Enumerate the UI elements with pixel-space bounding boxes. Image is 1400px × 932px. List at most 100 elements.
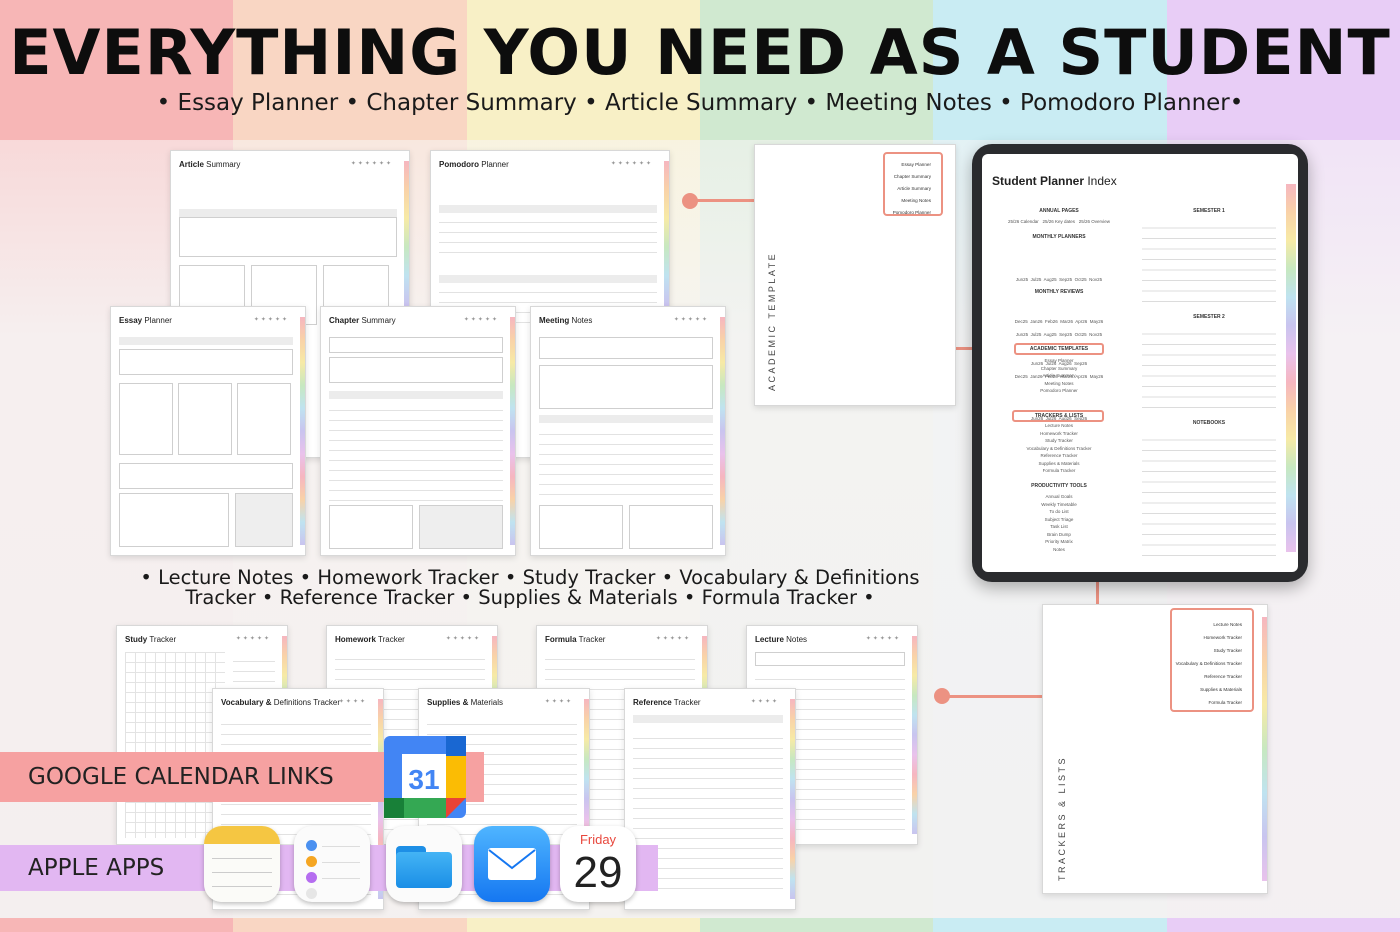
index-item[interactable]: Article Summary (992, 372, 1126, 380)
meeting-minutes-bar (539, 415, 713, 423)
color-tabs (510, 317, 515, 545)
google-calendar-label: GOOGLE CALENDAR LINKS (28, 764, 334, 790)
page-title-rest: Materials (468, 698, 504, 707)
list-item[interactable]: Chapter Summary (885, 171, 941, 183)
calendar-weekday: Friday (579, 832, 617, 847)
nav-icons: ✦✦✦✦ (338, 699, 367, 705)
apple-apps-label: APPLE APPS (28, 855, 165, 881)
index-item[interactable]: Subject Triage (992, 516, 1126, 524)
nav-icons: ✦✦✦✦✦ (655, 636, 691, 642)
index-item[interactable]: Pomodoro Planner (992, 387, 1126, 395)
index-item[interactable]: Notes (992, 546, 1126, 554)
calendar-app-icon[interactable]: Friday 29 (560, 826, 636, 902)
notebooks-lines[interactable] (1142, 430, 1276, 556)
page-title-bold: Article (179, 160, 204, 169)
index-item[interactable]: Supplies & Materials (992, 460, 1126, 468)
project-lines (439, 213, 657, 253)
checklist-box (419, 505, 503, 549)
page-title-bold: Lecture (755, 635, 784, 644)
chapter-summary-lines (329, 401, 503, 501)
annual-pages-items[interactable]: 25/26 Calendar 25/26 Key dates 25/26 Ove… (992, 218, 1126, 226)
semester-2-lines[interactable] (1142, 324, 1276, 412)
academic-templates-heading[interactable]: ACADEMIC TEMPLATES (992, 346, 1126, 352)
page-title-rest: Notes (783, 635, 808, 644)
body-two-box (178, 383, 232, 455)
page-title-rest: Planner (479, 160, 509, 169)
page-title-bold: Vocabulary & (221, 698, 272, 707)
index-item[interactable]: Homework Tracker (992, 430, 1126, 438)
keywords-box (329, 505, 413, 549)
midline: • Lecture Notes • Homework Tracker • Stu… (100, 568, 960, 608)
index-item[interactable]: Task List (992, 523, 1126, 531)
index-item[interactable]: Chapter Summary (992, 365, 1126, 373)
nav-icons: ✦✦✦✦✦ (253, 317, 289, 323)
page-title-bold: Essay (119, 316, 143, 325)
index-item[interactable]: Annual Goals (992, 493, 1126, 501)
project-bar (439, 205, 657, 213)
nav-icons: ✦✦✦✦ (544, 699, 573, 705)
nav-icons: ✦✦✦✦✦ (445, 636, 481, 642)
index-item[interactable]: Weekly Timetable (992, 501, 1126, 509)
page-title-bold: Homework (335, 635, 376, 644)
color-tabs (720, 317, 725, 545)
next-meeting-box (629, 505, 713, 549)
chapter-summary-page: Chapter Summary ✦✦✦✦✦ (320, 306, 516, 556)
google-calendar-icon[interactable]: 31 (384, 736, 466, 818)
semester-1-lines[interactable] (1142, 218, 1276, 306)
index-item[interactable]: Brain Dump (992, 531, 1126, 539)
summary-bar (179, 209, 397, 217)
files-app-icon[interactable] (386, 826, 462, 902)
topic-box (755, 652, 905, 666)
color-tabs (790, 699, 795, 899)
list-item[interactable]: Lecture Notes (1172, 618, 1252, 631)
month-row[interactable]: Jun25 Jul25 Aug25 Sep25 Oct25 Nov25 (992, 328, 1126, 342)
index-color-tabs (1286, 184, 1296, 552)
semester-1-heading: SEMESTER 1 (1193, 208, 1225, 214)
key-points-box (329, 357, 503, 383)
index-item[interactable]: Vocabulary & Definitions Tracker (992, 445, 1126, 453)
list-item[interactable]: Article Summary (885, 183, 941, 195)
list-item[interactable]: Formula Tracker (1172, 696, 1252, 709)
list-item[interactable]: Essay Planner (885, 159, 941, 171)
index-item[interactable]: Essay Planner (992, 357, 1126, 365)
trackers-lists-heading[interactable]: TRACKERS & LISTS (992, 413, 1126, 419)
calendar-day: 29 (573, 848, 623, 897)
reminders-app-icon[interactable] (294, 826, 370, 902)
conclusion-box (119, 463, 293, 489)
list-item[interactable]: Study Tracker (1172, 644, 1252, 657)
page-title-rest: Notes (569, 316, 593, 325)
nav-icons: ✦✦✦✦✦✦ (350, 161, 393, 167)
index-item[interactable]: To do List (992, 508, 1126, 516)
index-item[interactable]: Study Tracker (992, 437, 1126, 445)
list-item[interactable]: Meeting Notes (885, 195, 941, 207)
notebooks-heading: NOTEBOOKS (1192, 420, 1226, 426)
index-item[interactable]: Priority Matrix (992, 538, 1126, 546)
list-item[interactable]: Vocabulary & Definitions Tracker (1172, 657, 1252, 670)
academic-templates-items: Essay Planner Chapter Summary Article Su… (992, 357, 1126, 395)
essay-planner-page: Essay Planner ✦✦✦✦✦ (110, 306, 306, 556)
notes-app-icon[interactable] (204, 826, 280, 902)
nav-icons: ✦✦✦✦ (750, 699, 779, 705)
trackers-lists-items: Lecture Notes Homework Tracker Study Tra… (992, 422, 1126, 475)
body-one-box (119, 383, 173, 455)
index-item[interactable]: Meeting Notes (992, 380, 1126, 388)
list-item[interactable]: Pomodoro Planner (885, 207, 941, 219)
page-title-bold: Meeting (539, 316, 570, 325)
headline: EVERYTHING YOU NEED AS A STUDENT (9, 16, 1391, 89)
color-tabs (1262, 617, 1267, 881)
productivity-tools-heading: PRODUCTIVITY TOOLS (1031, 483, 1087, 489)
month-row[interactable]: Jun25 Jul25 Aug25 Sep25 Oct25 Nov25 (992, 273, 1126, 287)
mail-app-icon[interactable] (474, 826, 550, 902)
index-item[interactable]: Formula Tracker (992, 467, 1126, 475)
list-item[interactable]: Homework Tracker (1172, 631, 1252, 644)
index-item[interactable]: Reference Tracker (992, 452, 1126, 460)
gcal-day: 31 (408, 764, 439, 795)
decisions-box (539, 505, 623, 549)
list-item[interactable]: Supplies & Materials (1172, 683, 1252, 696)
list-item[interactable]: Reference Tracker (1172, 670, 1252, 683)
vertical-label: ACADEMIC TEMPLATE (767, 251, 777, 391)
index-item[interactable]: Lecture Notes (992, 422, 1126, 430)
chapter-summary-bar (329, 391, 503, 399)
vertical-label: TRACKERS & LISTS (1057, 755, 1067, 881)
meeting-info-box (539, 337, 713, 359)
